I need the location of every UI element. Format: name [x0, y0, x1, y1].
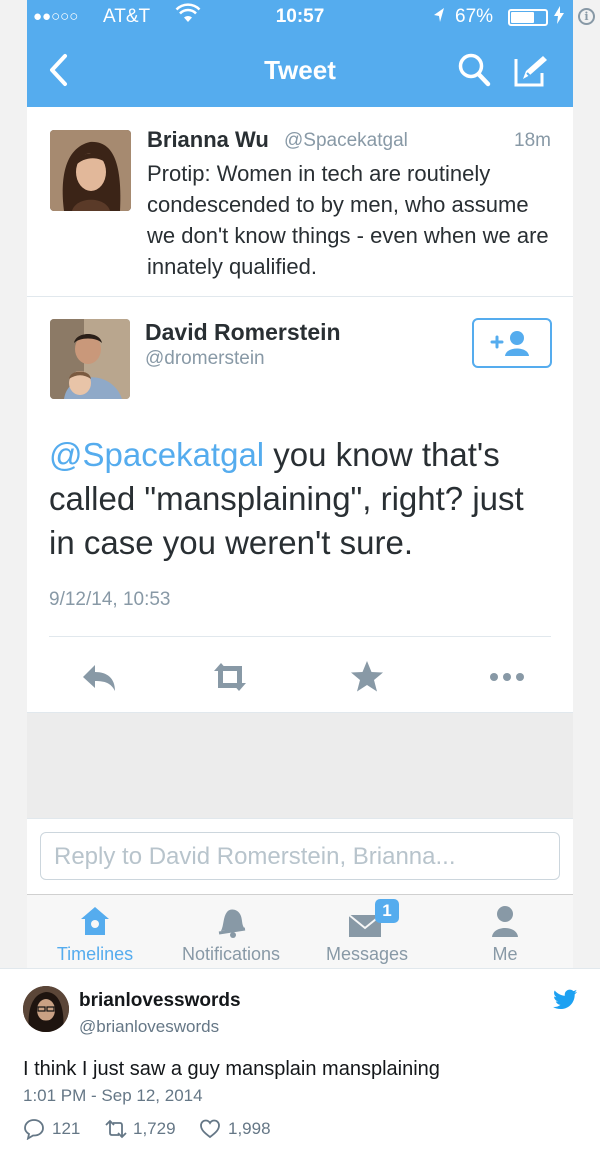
tweet-text: Protip: Women in tech are routinely cond…: [147, 161, 549, 279]
author-name[interactable]: David Romerstein: [145, 319, 341, 346]
tab-messages[interactable]: 1 Messages: [299, 895, 435, 969]
twitter-bird-icon[interactable]: [552, 989, 578, 1011]
tweet-actions: [27, 647, 573, 707]
avatar[interactable]: [50, 319, 130, 399]
home-icon: [75, 903, 115, 939]
tweet-age: 18m: [514, 130, 551, 151]
unread-badge: 1: [375, 899, 399, 923]
avatar[interactable]: [50, 130, 131, 211]
author-handle[interactable]: @dromerstein: [145, 348, 265, 370]
charging-bolt-icon: [554, 6, 564, 29]
parent-tweet[interactable]: Brianna Wu @Spacekatgal 18m Protip: Wome…: [27, 107, 573, 297]
retweet-icon: [105, 1119, 127, 1139]
status-bar: ●●○○○ AT&T 10:57 67%: [27, 0, 573, 34]
compose-icon[interactable]: [511, 51, 551, 91]
author-handle[interactable]: @brianloveswords: [79, 1017, 219, 1037]
tab-label: Me: [492, 944, 518, 964]
avatar[interactable]: [23, 986, 69, 1032]
search-icon[interactable]: [455, 51, 493, 89]
tweet-timestamp: 9/12/14, 10:53: [49, 589, 171, 610]
heart-icon: [200, 1119, 220, 1139]
reply-icon[interactable]: [77, 657, 121, 697]
battery-percent: 67%: [455, 6, 494, 27]
author-name[interactable]: brianlovesswords: [79, 990, 241, 1012]
like-count[interactable]: 1,998: [199, 1117, 299, 1141]
author-name[interactable]: Brianna Wu: [147, 127, 269, 153]
reply-bubble-icon: [24, 1119, 44, 1140]
person-icon: [485, 903, 525, 939]
battery-level: [511, 12, 534, 23]
main-tweet: David Romerstein @dromerstein @Spacekatg…: [27, 297, 573, 713]
tab-label: Timelines: [56, 944, 134, 964]
tweet-timestamp[interactable]: 1:01 PM - Sep 12, 2014: [23, 1086, 203, 1106]
info-icon[interactable]: i: [578, 8, 595, 25]
follow-button[interactable]: [472, 318, 552, 368]
more-options-icon[interactable]: [485, 657, 529, 697]
battery-icon: [508, 9, 548, 26]
nav-bar: Tweet: [27, 34, 573, 107]
add-user-icon: [490, 331, 529, 356]
tab-timelines[interactable]: Timelines: [27, 895, 163, 969]
tab-me[interactable]: Me: [437, 895, 573, 969]
location-arrow-icon: [432, 6, 446, 29]
tab-notifications[interactable]: Notifications: [163, 895, 299, 969]
tab-label: Messages: [325, 944, 409, 964]
retweet-count-value: 1,729: [133, 1119, 176, 1138]
author-handle[interactable]: @Spacekatgal: [284, 130, 408, 152]
like-count-value: 1,998: [228, 1119, 271, 1138]
divider: [49, 636, 551, 637]
retweet-icon[interactable]: [208, 657, 252, 697]
tweet-text: @Spacekatgal you know that's called "man…: [49, 433, 549, 565]
mention-link[interactable]: @Spacekatgal: [49, 436, 264, 473]
reply-count-value: 121: [52, 1119, 81, 1138]
reply-count[interactable]: 121: [23, 1117, 93, 1141]
retweet-count[interactable]: 1,729: [104, 1117, 194, 1141]
bell-icon: [211, 903, 251, 939]
tab-bar: Timelines Notifications 1 Messages Me: [27, 894, 573, 968]
reply-input[interactable]: Reply to David Romerstein, Brianna...: [40, 832, 560, 880]
favorite-star-icon[interactable]: [345, 657, 389, 697]
embedded-tweet: brianlovesswords @brianloveswords I thin…: [0, 968, 600, 1155]
tweet-text: I think I just saw a guy mansplain mansp…: [23, 1058, 440, 1080]
tab-label: Notifications: [181, 944, 281, 964]
